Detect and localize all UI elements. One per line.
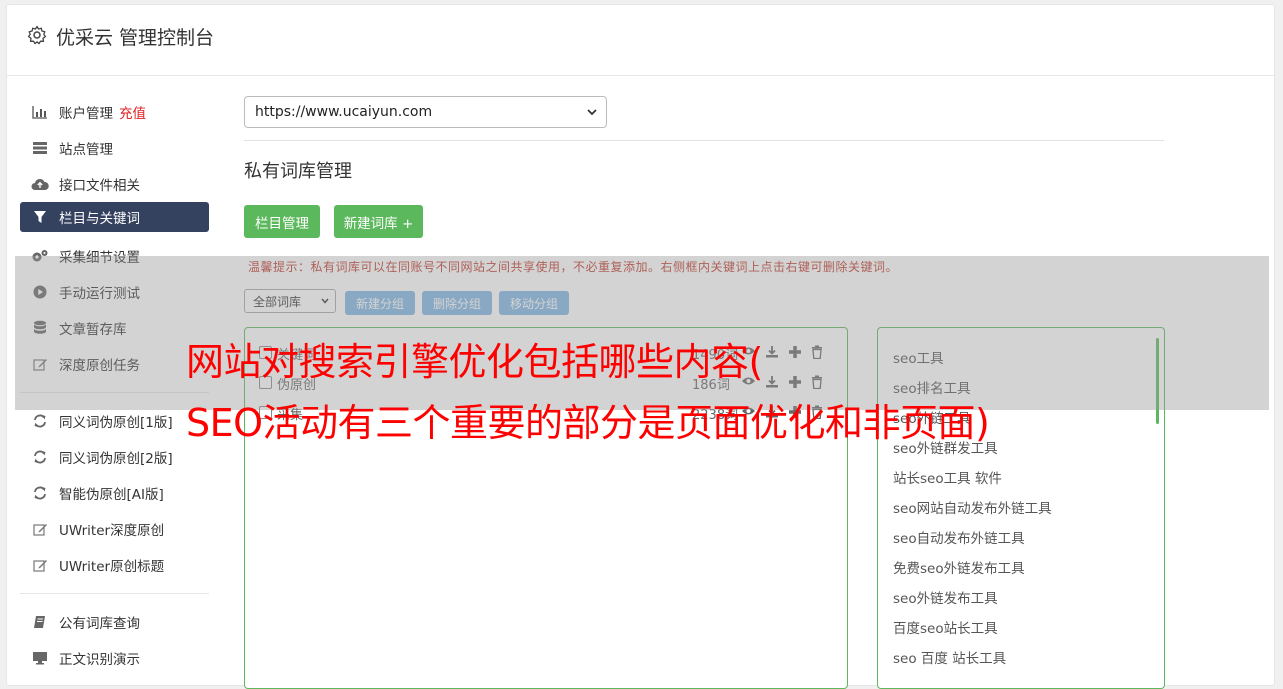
sidebar-item-public-lexicon[interactable]: 公有词库查询 (20, 607, 209, 637)
section-title: 私有词库管理 (244, 161, 352, 182)
sidebar-item-sites[interactable]: 站点管理 (20, 133, 209, 163)
keyword-item[interactable]: seo 百度 站长工具 (893, 647, 1006, 667)
page-title: 优采云 管理控制台 (56, 27, 215, 49)
sidebar-item-synonym-v1[interactable]: 同义词伪原创[1版] (20, 406, 209, 436)
sidebar-item-label: UWriter原创标题 (59, 559, 165, 575)
keyword-item[interactable]: seo外链发布工具 (893, 587, 998, 607)
new-lexicon-button[interactable]: 新建词库 + (334, 205, 423, 238)
keyword-item[interactable]: seo网站自动发布外链工具 (893, 497, 1052, 517)
sidebar-item-label: 正文识别演示 (59, 652, 140, 668)
divider (244, 140, 1164, 141)
sidebar-item-label: 站点管理 (59, 142, 113, 158)
cloud-upload-icon (31, 176, 49, 192)
refresh-icon (31, 449, 49, 465)
sidebar-item-uwriter-title[interactable]: UWriter原创标题 (20, 550, 209, 580)
keyword-item[interactable]: 百度seo站长工具 (893, 617, 998, 637)
refresh-icon (31, 485, 49, 501)
sidebar-divider (20, 593, 209, 594)
site-select-value: https://www.ucaiyun.com (255, 104, 433, 120)
sidebar-item-label: 同义词伪原创[1版] (59, 415, 173, 431)
keyword-item[interactable]: 站长seo工具 软件 (893, 467, 1002, 487)
sidebar-item-interface[interactable]: 接口文件相关 (20, 169, 209, 199)
sidebar-item-label: UWriter深度原创 (59, 523, 165, 539)
bar-chart-icon (31, 104, 49, 120)
sidebar-item-label: 账户管理 (59, 106, 113, 122)
sidebar-item-label: 同义词伪原创[2版] (59, 451, 173, 467)
sidebar-item-label: 栏目与关键词 (59, 211, 140, 227)
keyword-item[interactable]: seo自动发布外链工具 (893, 527, 1025, 547)
sidebar-item-account[interactable]: 账户管理 充值 (20, 97, 209, 127)
recharge-link[interactable]: 充值 (119, 102, 146, 122)
chevron-down-icon (587, 109, 597, 116)
overlay-banner (15, 256, 1269, 410)
gear-icon (27, 25, 47, 45)
column-manage-button[interactable]: 栏目管理 (244, 205, 320, 238)
edit-icon (31, 521, 49, 537)
headline-line-1: 网站对搜索引擎优化包括哪些内容( (186, 340, 763, 384)
sidebar-item-ai-original[interactable]: 智能伪原创[AI版] (20, 478, 209, 508)
refresh-icon (31, 413, 49, 429)
sidebar-item-uwriter-deep[interactable]: UWriter深度原创 (20, 514, 209, 544)
header: 优采云 管理控制台 (7, 5, 1274, 76)
headline-line-2: SEO活动有三个重要的部分是页面优化和非页面) (186, 401, 990, 445)
monitor-icon (31, 650, 49, 666)
edit-icon (31, 557, 49, 573)
sidebar-item-label: 公有词库查询 (59, 616, 140, 632)
site-select[interactable]: https://www.ucaiyun.com (244, 96, 607, 128)
filter-icon (31, 209, 49, 225)
sidebar-item-columns-keywords[interactable]: 栏目与关键词 (20, 202, 209, 232)
sidebar-item-synonym-v2[interactable]: 同义词伪原创[2版] (20, 442, 209, 472)
keyword-item[interactable]: 免费seo外链发布工具 (893, 557, 1025, 577)
sidebar-item-label: 接口文件相关 (59, 178, 140, 194)
sidebar-item-label: 智能伪原创[AI版] (59, 487, 164, 503)
server-icon (31, 140, 49, 156)
book-icon (31, 614, 49, 630)
sidebar-item-text-recognition[interactable]: 正文识别演示 (20, 643, 209, 673)
